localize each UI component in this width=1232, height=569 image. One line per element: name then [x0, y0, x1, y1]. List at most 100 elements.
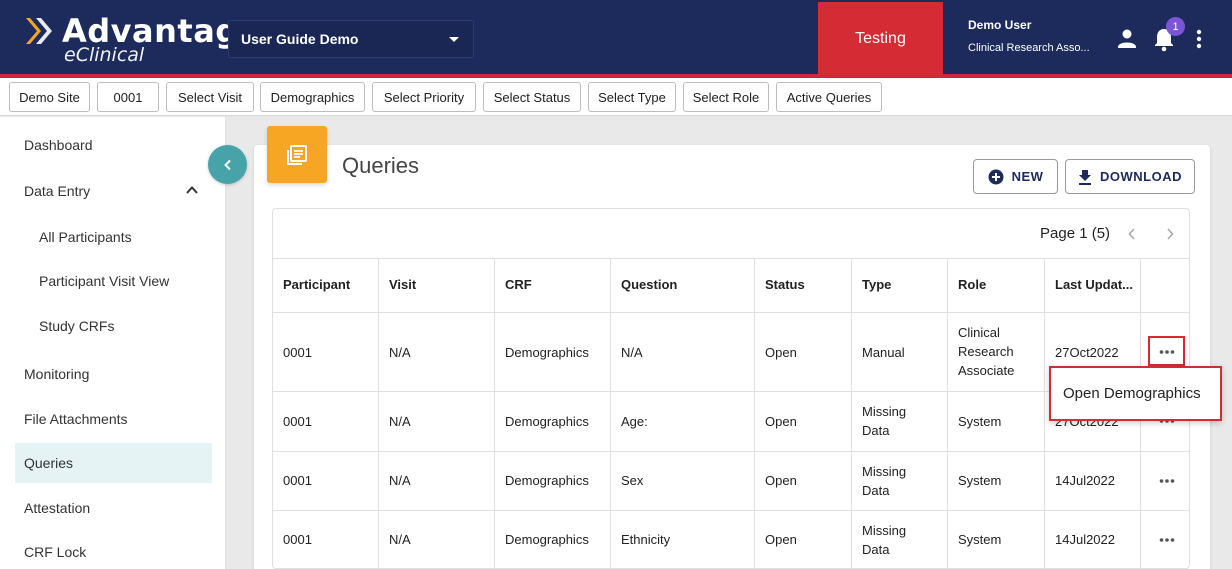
column-divider — [754, 258, 755, 569]
cell-role: System — [958, 473, 1002, 488]
cell-role: Clinical Research Associate — [958, 325, 1015, 378]
user-name: Demo User — [968, 18, 1032, 32]
cell-type: Manual — [862, 345, 905, 360]
cell-type: Missing Data — [862, 404, 907, 438]
add-circle-icon — [988, 169, 1004, 184]
column-divider — [947, 258, 948, 569]
filter-chip-role[interactable]: Select Role — [683, 82, 769, 112]
column-header-question[interactable]: Question — [621, 277, 677, 292]
row-action-menu: Open Demographics — [1049, 366, 1222, 421]
user-role: Clinical Research Asso... — [968, 42, 1090, 54]
page-title: Queries — [342, 153, 420, 178]
column-divider — [1044, 258, 1045, 569]
cell-last-updated: 14Jul2022 — [1055, 532, 1115, 547]
cell-crf: Demographics — [505, 532, 589, 547]
cell-crf: Demographics — [505, 345, 589, 360]
menu-item-open-demographics[interactable]: Open Demographics — [1063, 385, 1201, 402]
sidebar-item-study-crfs[interactable]: Study CRFs — [15, 306, 212, 346]
column-header-visit[interactable]: Visit — [389, 277, 416, 292]
sidebar-item-label: Queries — [24, 455, 74, 471]
table-divider — [273, 312, 1189, 313]
cell-type: Missing Data — [862, 523, 907, 557]
filter-chip-site[interactable]: Demo Site — [9, 82, 90, 112]
cell-participant: 0001 — [283, 345, 312, 360]
sidebar-item-data-entry[interactable]: Data Entry — [15, 171, 212, 211]
sidebar-item-label: Dashboard — [24, 137, 93, 153]
study-select-value: User Guide Demo — [241, 31, 359, 47]
column-header-participant[interactable]: Participant — [283, 277, 350, 292]
cell-question: Sex — [621, 473, 644, 488]
column-header-type[interactable]: Type — [862, 277, 891, 292]
person-icon[interactable] — [1116, 28, 1138, 50]
cell-last-updated: 14Jul2022 — [1055, 473, 1115, 488]
sidebar-collapse-button[interactable] — [208, 145, 247, 184]
chevron-down-icon — [449, 37, 459, 42]
cell-status: Open — [765, 473, 797, 488]
sidebar-item-participant-visit-view[interactable]: Participant Visit View — [15, 261, 212, 301]
more-vert-icon[interactable] — [1194, 28, 1204, 50]
app-logo[interactable]: Advantage eClinical — [24, 12, 260, 68]
cell-visit: N/A — [389, 414, 411, 429]
sidebar-item-dashboard[interactable]: Dashboard — [15, 125, 212, 165]
filter-chip-status[interactable]: Select Status — [483, 82, 581, 112]
chevron-left-icon[interactable] — [1127, 227, 1137, 241]
chevron-up-icon — [186, 186, 198, 194]
logo-subtitle: eClinical — [64, 44, 145, 66]
sidebar-item-queries[interactable]: Queries — [15, 443, 212, 483]
cell-participant: 0001 — [283, 532, 312, 547]
filter-chip-participant[interactable]: 0001 — [97, 82, 159, 112]
cell-type: Missing Data — [862, 464, 907, 498]
chevron-right-icon[interactable] — [1165, 227, 1175, 241]
sidebar-item-label: Attestation — [24, 500, 91, 516]
pager-label: Page 1 (5) — [1040, 225, 1111, 242]
sidebar-item-crf-lock[interactable]: CRF Lock — [15, 532, 212, 569]
sidebar-item-file-attachments[interactable]: File Attachments — [15, 399, 212, 439]
column-header-role[interactable]: Role — [958, 277, 986, 292]
filter-chip-type[interactable]: Select Type — [588, 82, 676, 112]
cell-crf: Demographics — [505, 473, 589, 488]
new-query-button[interactable]: NEW — [973, 159, 1058, 194]
column-header-crf[interactable]: CRF — [505, 277, 532, 292]
sidebar-item-label: Study CRFs — [39, 318, 115, 334]
row-menu-highlight — [1148, 336, 1185, 366]
column-header-status[interactable]: Status — [765, 277, 805, 292]
filter-chip-crf[interactable]: Demographics — [260, 82, 365, 112]
cell-visit: N/A — [389, 473, 411, 488]
cell-status: Open — [765, 345, 797, 360]
table-divider — [273, 258, 1189, 259]
more-horiz-icon[interactable] — [1159, 537, 1175, 543]
table-divider — [273, 451, 1189, 452]
cell-question: N/A — [621, 345, 643, 360]
cell-question: Age: — [621, 414, 648, 429]
sidebar-item-label: File Attachments — [24, 411, 128, 427]
column-divider — [494, 258, 495, 569]
column-divider — [851, 258, 852, 569]
sidebar-item-label: CRF Lock — [24, 544, 87, 560]
sidebar: Dashboard Data Entry All Participants Pa… — [0, 117, 226, 569]
environment-badge: Testing — [818, 2, 943, 76]
cell-last-updated: 27Oct2022 — [1055, 345, 1119, 360]
download-button[interactable]: DOWNLOAD — [1065, 159, 1195, 194]
filter-chip-active-queries[interactable]: Active Queries — [776, 82, 882, 112]
filter-chip-visit[interactable]: Select Visit — [166, 82, 254, 112]
new-button-label: NEW — [1011, 169, 1044, 184]
cell-visit: N/A — [389, 345, 411, 360]
queries-card-icon — [267, 126, 327, 183]
sidebar-item-attestation[interactable]: Attestation — [15, 488, 212, 528]
sidebar-item-label: Participant Visit View — [39, 273, 170, 289]
sidebar-item-all-participants[interactable]: All Participants — [15, 217, 212, 257]
column-header-last-updated[interactable]: Last Updat... — [1055, 277, 1133, 292]
cell-status: Open — [765, 532, 797, 547]
sidebar-item-label: All Participants — [39, 229, 132, 245]
library-books-icon — [287, 144, 307, 165]
filter-bar: Demo Site 0001 Select Visit Demographics… — [0, 78, 1232, 116]
more-horiz-icon[interactable] — [1159, 478, 1175, 484]
cell-status: Open — [765, 414, 797, 429]
cell-participant: 0001 — [283, 473, 312, 488]
user-info[interactable]: Demo User Clinical Research Asso... — [968, 18, 1090, 54]
filter-chip-priority[interactable]: Select Priority — [372, 82, 476, 112]
logo-chevron-icon — [26, 18, 52, 44]
sidebar-item-monitoring[interactable]: Monitoring — [15, 354, 212, 394]
study-select[interactable]: User Guide Demo — [228, 20, 474, 58]
sidebar-item-label: Data Entry — [24, 183, 91, 199]
